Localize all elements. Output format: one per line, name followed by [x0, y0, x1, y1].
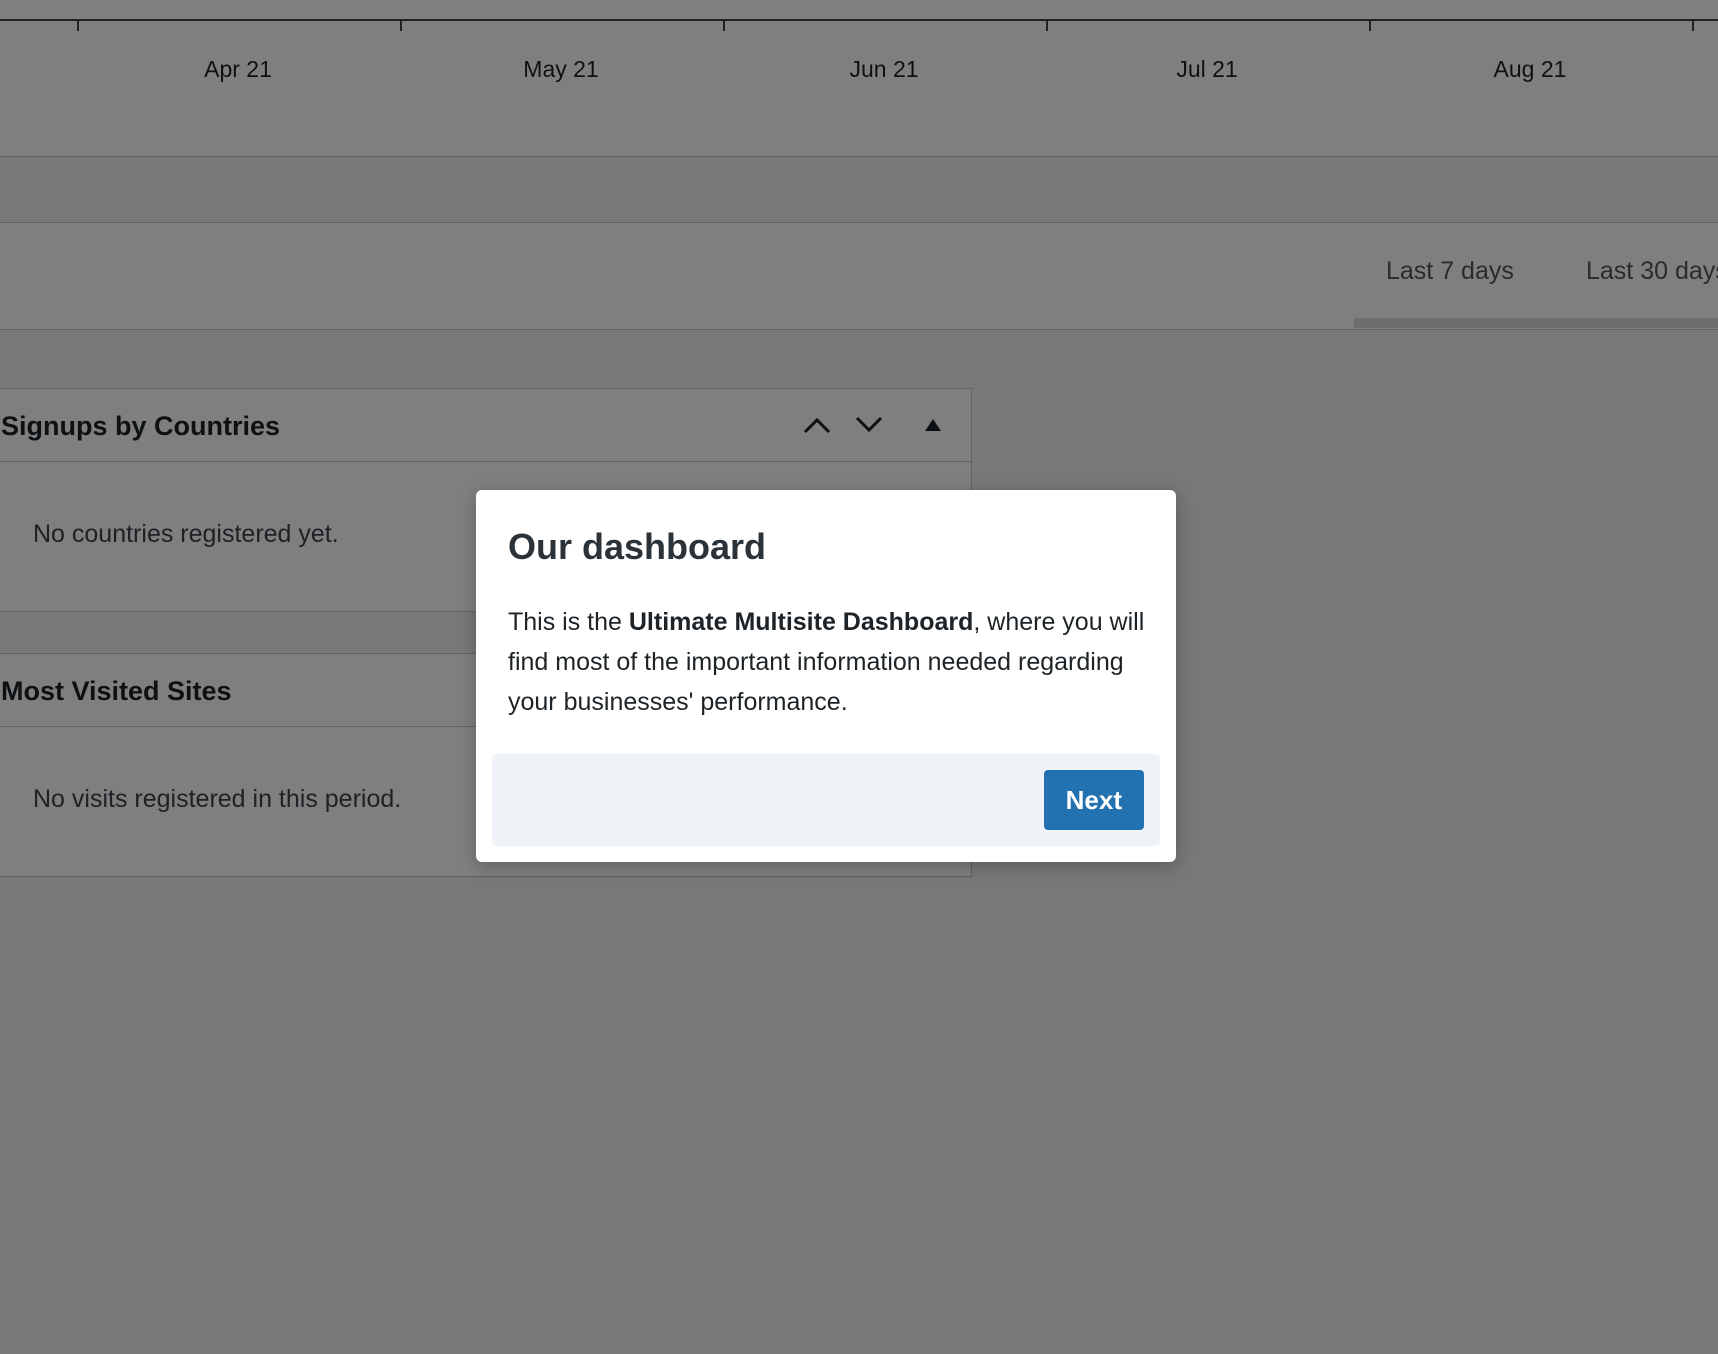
tour-text-bold: Ultimate Multisite Dashboard — [628, 608, 974, 636]
tour-footer: Next — [492, 754, 1160, 846]
next-button[interactable]: Next — [1043, 770, 1144, 830]
tour-dialog: Our dashboard This is the Ultimate Multi… — [476, 490, 1176, 862]
tour-description: This is the Ultimate Multisite Dashboard… — [508, 602, 1148, 722]
tour-title: Our dashboard — [508, 526, 767, 567]
tour-text-before: This is the — [508, 608, 629, 636]
